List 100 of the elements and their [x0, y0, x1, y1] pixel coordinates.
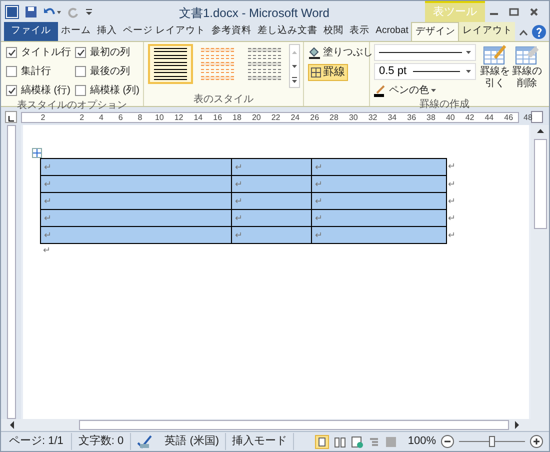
ruler-number: 30: [348, 112, 358, 122]
dropdown-arrow-icon: [466, 70, 471, 73]
table-move-handle[interactable]: [32, 148, 42, 158]
ruler-number: 16: [213, 112, 222, 122]
ribbon-tab[interactable]: 挿入: [94, 22, 120, 41]
ribbon-tab[interactable]: Acrobat: [372, 22, 412, 41]
scroll-right-icon[interactable]: [514, 421, 520, 429]
ruler-number: 4: [98, 112, 104, 122]
ruler-number: 34: [388, 112, 397, 122]
ruler-number: 10: [154, 112, 164, 122]
ribbon-tab[interactable]: デザイン: [411, 22, 460, 41]
group-label: 表スタイルのオプション: [16, 100, 128, 112]
checkbox[interactable]: [6, 66, 17, 77]
ruler-number: 44: [484, 112, 494, 122]
row-end-mark: ↵: [448, 212, 456, 225]
page-count[interactable]: ページ: 1/1: [1, 433, 72, 450]
scrollbar-thumb[interactable]: [79, 420, 509, 430]
proofing-icon[interactable]: [136, 434, 153, 448]
ruler-number: 42: [465, 112, 474, 122]
ruler-number: 14: [194, 112, 203, 122]
row-end-mark: ↵: [448, 160, 456, 174]
ruler-number: 28: [330, 112, 338, 122]
ribbon-tab[interactable]: ファイル: [4, 22, 58, 41]
table-cell: ↵: [231, 227, 311, 243]
row-end-mark: ↵: [448, 228, 456, 242]
maximize-icon[interactable]: [509, 6, 519, 16]
ruler-number: 20: [252, 112, 261, 122]
scroll-up-icon[interactable]: [536, 127, 544, 135]
table-cell: ↵: [231, 159, 311, 175]
checkbox[interactable]: [75, 47, 86, 58]
zoom-out-icon[interactable]: [441, 435, 454, 448]
row-end-mark: ↵: [448, 194, 456, 208]
line-style-dropdown[interactable]: [374, 44, 476, 61]
ribbon-tab[interactable]: レイアウト: [459, 22, 516, 41]
group-label: 罫線の作成: [418, 99, 470, 111]
ribbon-tab[interactable]: ホーム: [58, 22, 94, 41]
tab-selector[interactable]: [5, 111, 17, 123]
checkbox[interactable]: [6, 47, 17, 58]
zoom-in-icon[interactable]: [530, 435, 543, 448]
ribbon-tab[interactable]: 表示: [346, 22, 373, 41]
shading-button[interactable]: 塗りつぶし: [308, 44, 380, 61]
checkbox-label: 縞模様 (列): [90, 84, 140, 98]
checkbox-label: タイトル行: [21, 46, 71, 60]
ribbon-tab[interactable]: ページ レイアウト: [120, 22, 209, 41]
vertical-scrollbar[interactable]: [531, 125, 549, 419]
dropdown-arrow-icon: [466, 51, 471, 54]
checkbox[interactable]: [75, 85, 86, 96]
print-layout-icon[interactable]: [314, 434, 329, 448]
line-weight-dropdown[interactable]: 0.5 pt: [374, 63, 476, 80]
table-cell: ↵: [41, 176, 231, 192]
checkbox[interactable]: [6, 85, 17, 96]
collapse-ribbon-icon[interactable]: [519, 28, 528, 36]
help-icon[interactable]: [532, 25, 546, 39]
row-end-mark: ↵: [448, 178, 456, 191]
close-icon[interactable]: [529, 6, 539, 16]
zoom-level[interactable]: 100%: [408, 433, 436, 450]
ribbon-tab[interactable]: 差し込み文書: [254, 22, 321, 41]
pen-color-button[interactable]: ペンの色: [374, 82, 436, 99]
ruler-number: 40: [446, 112, 455, 122]
ruler-number: 12: [174, 112, 184, 122]
group-label: 表のスタイル: [192, 94, 254, 106]
save-icon[interactable]: [25, 6, 37, 18]
scroll-left-icon[interactable]: [9, 421, 15, 429]
input-mode-status[interactable]: 挿入モード: [226, 433, 294, 450]
checkbox[interactable]: [75, 66, 86, 77]
zoom-slider[interactable]: [459, 436, 525, 448]
word-count[interactable]: 文字数: 0: [72, 433, 131, 450]
ruler-toggle-icon[interactable]: [531, 111, 543, 123]
ruler-number: 2: [80, 112, 84, 122]
table-cell: ↵: [311, 159, 446, 175]
table-cell: ↵: [311, 193, 446, 209]
dropdown-arrow-icon: [431, 89, 436, 92]
table-cell: ↵: [41, 193, 231, 209]
table-cell: ↵: [311, 210, 446, 226]
draw-table-button[interactable]: 罫線を引く: [480, 44, 510, 99]
ribbon-tab[interactable]: 校閲: [320, 22, 347, 41]
window-title: 文書1.docx - Microsoft Word: [179, 5, 330, 22]
table-pencil-icon: [483, 44, 507, 66]
table-cell: ↵: [41, 227, 231, 243]
ruler-number: 32: [368, 112, 378, 122]
ribbon-tab[interactable]: 参考資料: [208, 22, 255, 41]
borders-button[interactable]: 罫線: [308, 64, 348, 81]
word-app-icon[interactable]: [5, 4, 19, 18]
table-cell: ↵: [231, 176, 311, 192]
eraser-button[interactable]: 罫線の削除: [512, 44, 542, 99]
reading-view-icon[interactable]: [334, 436, 346, 448]
checkbox-label: 縞模様 (行): [21, 84, 70, 98]
table-cell: ↵: [41, 159, 231, 175]
table-style-thumbnail[interactable]: [148, 44, 193, 84]
context-tab-label: 表ツール: [425, 1, 485, 22]
language-status[interactable]: 英語 (米国): [158, 433, 226, 450]
horizontal-scrollbar[interactable]: [1, 419, 549, 431]
pen-icon: [374, 84, 387, 97]
zoom-slider-thumb[interactable]: [489, 436, 495, 447]
checkbox-label: 集計行: [21, 64, 51, 79]
table-cell: ↵: [311, 227, 446, 243]
scrollbar-thumb[interactable]: [534, 139, 546, 229]
web-layout-icon[interactable]: [350, 436, 363, 448]
borders-icon: [311, 67, 321, 78]
customize-toolbar-icon[interactable]: [85, 6, 93, 16]
